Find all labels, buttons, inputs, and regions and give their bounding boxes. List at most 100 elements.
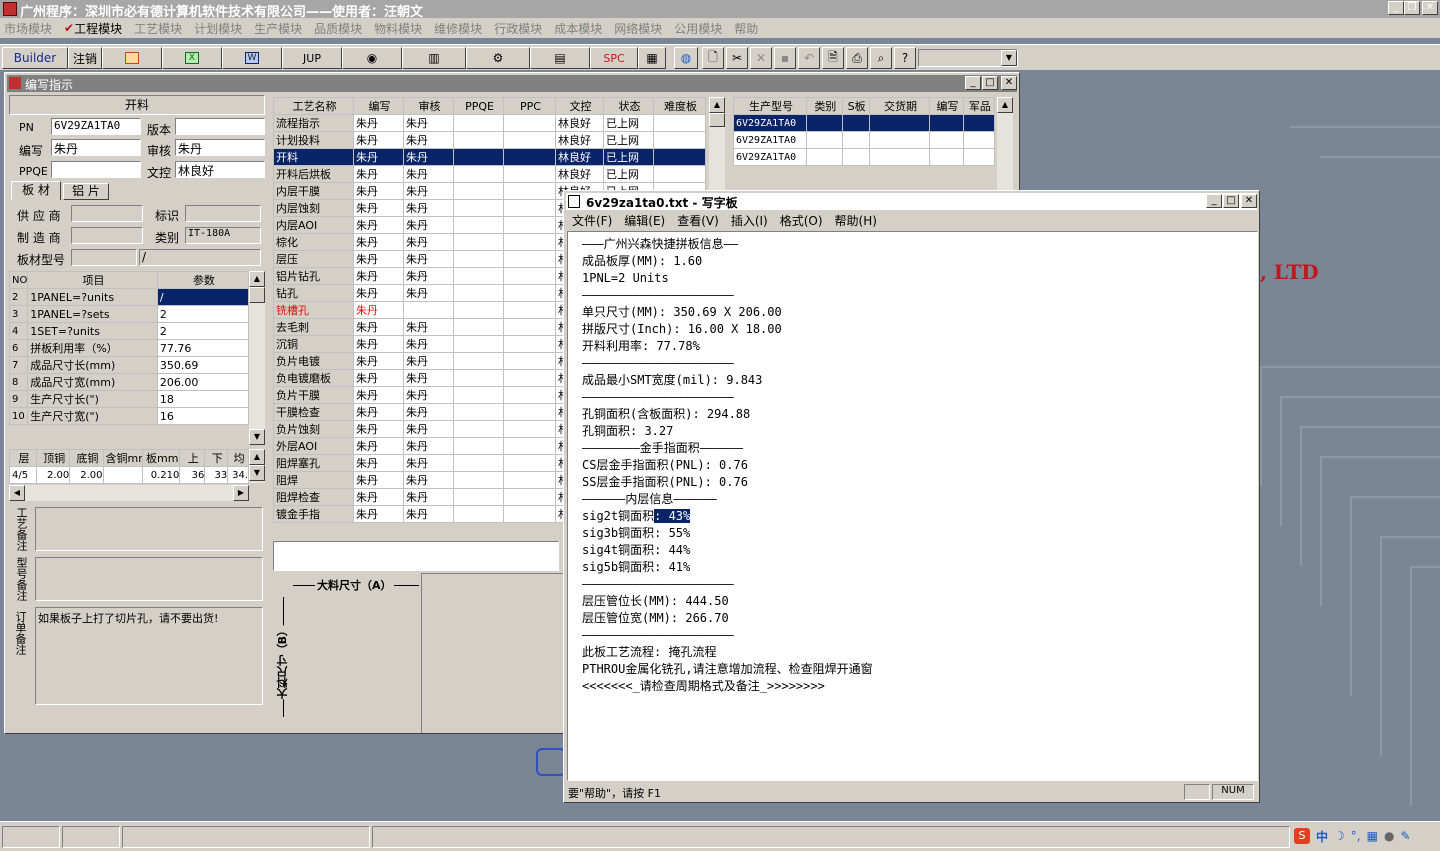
process-header[interactable]: 审核 <box>403 97 454 115</box>
process-cell[interactable]: 林良好 <box>555 148 604 166</box>
process-cell[interactable]: 朱丹 <box>403 131 454 149</box>
process-row[interactable]: 开料后烘板 朱丹 朱丹 林良好 已上网 <box>273 165 706 183</box>
product-cell[interactable] <box>868 131 931 149</box>
params-row[interactable]: 9 生产尺寸长(") 18 <box>8 390 250 408</box>
process-cell[interactable]: 朱丹 <box>353 318 404 336</box>
product-cell[interactable] <box>929 131 964 149</box>
product-row[interactable]: 6V29ZA1TA0 <box>733 114 996 132</box>
process-name[interactable]: 外层AOI <box>273 437 354 455</box>
tab-aluminum[interactable]: 铝 片 <box>63 183 109 200</box>
editor-minimize-button[interactable]: _ <box>965 76 981 90</box>
process-cell[interactable]: 朱丹 <box>403 488 454 506</box>
process-cell[interactable]: 朱丹 <box>403 335 454 353</box>
chevron-down-icon[interactable]: ▼ <box>1001 50 1017 66</box>
process-cell[interactable]: 朱丹 <box>353 352 404 370</box>
process-cell[interactable] <box>503 420 556 438</box>
user-icon[interactable]: ● <box>1384 829 1394 843</box>
process-cell[interactable]: 朱丹 <box>353 233 404 251</box>
process-name[interactable]: 流程指示 <box>273 114 354 132</box>
process-name[interactable]: 层压 <box>273 250 354 268</box>
process-cell[interactable]: 朱丹 <box>353 488 404 506</box>
process-cell[interactable]: 朱丹 <box>353 199 404 217</box>
process-cell[interactable]: 朱丹 <box>403 403 454 421</box>
wordpad-close-button[interactable]: ✕ <box>1241 194 1257 208</box>
process-cell[interactable] <box>503 369 556 387</box>
process-cell[interactable] <box>503 165 556 183</box>
process-cell[interactable]: 朱丹 <box>403 505 454 523</box>
process-name[interactable]: 铝片钻孔 <box>273 267 354 285</box>
editor-close-button[interactable]: ✕ <box>1001 76 1017 90</box>
params-row[interactable]: 10 生产尺寸宽(") 16 <box>8 407 250 425</box>
process-cell[interactable] <box>503 335 556 353</box>
process-cell[interactable]: 朱丹 <box>353 505 404 523</box>
product-model[interactable]: 6V29ZA1TA0 <box>733 114 808 132</box>
layer-cell[interactable]: 2.00 <box>69 466 104 484</box>
maker-field[interactable] <box>71 227 143 244</box>
process-cell[interactable] <box>503 284 556 302</box>
process-cell[interactable]: 朱丹 <box>353 403 404 421</box>
process-cell[interactable]: 朱丹 <box>403 471 454 489</box>
product-cell[interactable] <box>962 131 996 149</box>
process-cell[interactable]: 朱丹 <box>353 471 404 489</box>
params-row[interactable]: 8 成品尺寸宽(mm) 206.00 <box>8 373 250 391</box>
product-cell[interactable] <box>806 114 843 132</box>
process-cell[interactable] <box>453 369 504 387</box>
process-name[interactable]: 阻焊检查 <box>273 488 354 506</box>
process-cell[interactable]: 朱丹 <box>353 369 404 387</box>
board-model-select[interactable] <box>71 249 137 266</box>
database-icon[interactable]: ▥ <box>402 47 466 69</box>
product-model[interactable]: 6V29ZA1TA0 <box>733 131 808 149</box>
menu-item-8[interactable]: 行政模块 <box>494 20 550 37</box>
product-cell[interactable] <box>962 148 996 166</box>
process-name[interactable]: 开料后烘板 <box>273 165 354 183</box>
process-cell[interactable]: 朱丹 <box>353 301 404 319</box>
process-cell[interactable]: 朱丹 <box>353 148 404 166</box>
process-header[interactable]: 文控 <box>555 97 604 115</box>
process-cell[interactable]: 朱丹 <box>353 165 404 183</box>
wordpad-menu-item-3[interactable]: 插入(I) <box>725 212 774 229</box>
globe-icon[interactable]: ◍ <box>674 47 698 69</box>
menu-item-9[interactable]: 成本模块 <box>554 20 610 37</box>
process-cell[interactable] <box>453 216 504 234</box>
process-cell[interactable] <box>503 199 556 217</box>
process-cell[interactable] <box>453 335 504 353</box>
process-cell[interactable] <box>653 114 706 132</box>
process-cell[interactable] <box>503 216 556 234</box>
process-header[interactable]: 工艺名称 <box>273 97 354 115</box>
process-cell[interactable]: 朱丹 <box>403 386 454 404</box>
process-cell[interactable]: 朱丹 <box>353 131 404 149</box>
calculator-icon[interactable]: ▦ <box>638 47 666 69</box>
jup-button[interactable]: JUP <box>282 47 342 69</box>
board-model-field[interactable]: / <box>139 249 261 266</box>
params-scrollbar[interactable]: ▲ ▼ <box>249 271 265 445</box>
process-cell[interactable]: 林良好 <box>555 165 604 183</box>
process-cell[interactable]: 朱丹 <box>403 267 454 285</box>
restore-button[interactable]: ❐ <box>1404 1 1420 15</box>
reviewer-field[interactable]: 朱丹 <box>175 139 265 156</box>
scroll-thumb[interactable] <box>249 287 265 303</box>
process-name[interactable]: 负片电镀 <box>273 352 354 370</box>
process-cell[interactable]: 朱丹 <box>353 216 404 234</box>
process-header[interactable]: 状态 <box>603 97 654 115</box>
mark-field[interactable] <box>185 205 261 222</box>
process-cell[interactable] <box>503 182 556 200</box>
process-cell[interactable]: 朱丹 <box>353 284 404 302</box>
wordpad-menu-item-1[interactable]: 编辑(E) <box>618 212 671 229</box>
process-cell[interactable] <box>503 131 556 149</box>
process-cell[interactable]: 已上网 <box>603 148 654 166</box>
process-cell[interactable] <box>503 471 556 489</box>
tab-board-material[interactable]: 板 材 <box>11 181 61 200</box>
menu-item-2[interactable]: 工艺模块 <box>134 20 190 37</box>
process-cell[interactable]: 朱丹 <box>403 284 454 302</box>
process-cell[interactable] <box>453 165 504 183</box>
product-cell[interactable] <box>962 114 996 132</box>
layer-scrollbar[interactable]: ▲ ▼ <box>249 449 265 483</box>
menu-item-0[interactable]: 市场模块 <box>4 20 60 37</box>
process-cell[interactable] <box>653 165 706 183</box>
process-note-field[interactable] <box>35 507 263 551</box>
process-cell[interactable]: 朱丹 <box>403 369 454 387</box>
product-cell[interactable] <box>929 114 964 132</box>
process-name[interactable]: 镀金手指 <box>273 505 354 523</box>
process-row[interactable]: 计划投料 朱丹 朱丹 林良好 已上网 <box>273 131 706 149</box>
save-icon[interactable]: ▪ <box>774 47 796 69</box>
